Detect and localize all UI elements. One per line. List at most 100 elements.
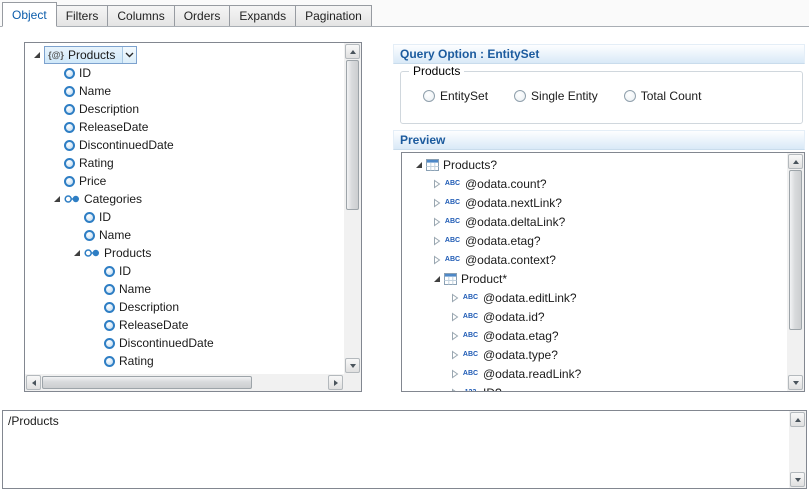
tree-item-name[interactable]: Name	[25, 280, 344, 298]
tab-filters[interactable]: Filters	[56, 5, 109, 26]
entity-selector-combobox[interactable]: {@}Products	[44, 46, 137, 64]
groupbox-label: Products	[409, 64, 464, 78]
tree-item-odata-context[interactable]: ABC@odata.context?	[402, 250, 787, 269]
tree-item-discontinueddate[interactable]: DiscontinuedDate	[25, 334, 344, 352]
scroll-down-button[interactable]	[790, 472, 805, 487]
property-icon	[64, 158, 75, 169]
expander-spacer	[50, 118, 64, 136]
object-tree-horizontal-scrollbar[interactable]	[25, 374, 344, 391]
entityset-icon: {@}	[48, 50, 64, 60]
tree-item-products[interactable]: {@}Products	[25, 46, 344, 64]
tree-item-product[interactable]: Product*	[402, 269, 787, 288]
tree-item-name[interactable]: Name	[25, 226, 344, 244]
radio-total-count[interactable]: Total Count	[624, 89, 702, 103]
preview-vertical-scrollbar[interactable]	[787, 153, 804, 391]
navigation-icon	[84, 248, 100, 258]
expand-arrow-icon[interactable]	[448, 345, 462, 364]
tree-item-odata-editlink[interactable]: ABC@odata.editLink?	[402, 288, 787, 307]
navigation-icon	[64, 194, 80, 204]
tree-item-id[interactable]: 123ID?	[402, 383, 787, 391]
collapse-arrow-icon[interactable]	[412, 155, 426, 174]
tree-item-rating[interactable]: Rating	[25, 352, 344, 370]
object-tree-vertical-scrollbar[interactable]	[344, 43, 361, 374]
tree-item-odata-type[interactable]: ABC@odata.type?	[402, 345, 787, 364]
expander-spacer	[50, 82, 64, 100]
request-url-text[interactable]: /Products	[3, 411, 789, 488]
expand-arrow-icon[interactable]	[430, 174, 444, 193]
horizontal-scroll-thumb[interactable]	[42, 376, 252, 389]
tree-item-label: Product*	[460, 272, 510, 286]
expand-arrow-icon[interactable]	[430, 193, 444, 212]
tab-expands[interactable]: Expands	[229, 5, 296, 26]
collapse-arrow-icon[interactable]	[30, 46, 44, 64]
tree-item-price[interactable]: Price	[25, 172, 344, 190]
tree-item-id[interactable]: ID	[25, 262, 344, 280]
vertical-scroll-thumb[interactable]	[789, 170, 802, 330]
num-icon: 123	[462, 389, 479, 391]
tree-item-label: Name	[78, 84, 114, 98]
tree-item-odata-count[interactable]: ABC@odata.count?	[402, 174, 787, 193]
tree-item-label: Products?	[442, 158, 500, 172]
scroll-down-button[interactable]	[345, 358, 360, 373]
tree-item-odata-readlink[interactable]: ABC@odata.readLink?	[402, 364, 787, 383]
collapse-arrow-icon[interactable]	[430, 269, 444, 288]
url-vertical-scrollbar[interactable]	[789, 411, 806, 488]
tab-object[interactable]: Object	[2, 2, 57, 27]
tree-item-products[interactable]: Products	[25, 244, 344, 262]
tree-item-id[interactable]: ID	[25, 208, 344, 226]
collapse-arrow-icon[interactable]	[70, 244, 84, 262]
table-icon	[426, 159, 439, 171]
tree-item-label: @odata.readLink?	[482, 367, 584, 381]
tree-item-label: @odata.type?	[482, 348, 561, 362]
expand-arrow-icon[interactable]	[448, 307, 462, 326]
expand-arrow-icon[interactable]	[448, 288, 462, 307]
tree-item-odata-id[interactable]: ABC@odata.id?	[402, 307, 787, 326]
tree-item-odata-etag[interactable]: ABC@odata.etag?	[402, 326, 787, 345]
scroll-left-button[interactable]	[26, 375, 41, 390]
combobox-dropdown-button[interactable]	[122, 47, 136, 63]
expand-arrow-icon[interactable]	[430, 231, 444, 250]
tree-item-odata-deltalink[interactable]: ABC@odata.deltaLink?	[402, 212, 787, 231]
expand-arrow-icon[interactable]	[448, 364, 462, 383]
radio-single-entity[interactable]: Single Entity	[514, 89, 598, 103]
tree-item-label: ID	[118, 264, 134, 278]
tree-item-rating[interactable]: Rating	[25, 154, 344, 172]
tree-item-id[interactable]: ID	[25, 64, 344, 82]
tree-item-description[interactable]: Description	[25, 100, 344, 118]
expand-arrow-icon[interactable]	[448, 326, 462, 345]
collapse-arrow-icon[interactable]	[50, 190, 64, 208]
scroll-up-button[interactable]	[345, 44, 360, 59]
tree-item-label: Description	[118, 300, 182, 314]
scroll-down-button[interactable]	[788, 375, 803, 390]
tree-item-products[interactable]: Products?	[402, 155, 787, 174]
scroll-up-button[interactable]	[788, 154, 803, 169]
tree-item-name[interactable]: Name	[25, 82, 344, 100]
tree-item-releasedate[interactable]: ReleaseDate	[25, 316, 344, 334]
arrow-right-icon	[334, 380, 338, 386]
expand-arrow-icon[interactable]	[448, 383, 462, 391]
arrow-up-icon	[350, 50, 356, 54]
tab-pagination[interactable]: Pagination	[295, 5, 372, 26]
query-option-header: Query Option : EntitySet	[393, 44, 805, 64]
expander-spacer	[50, 154, 64, 172]
expand-arrow-icon[interactable]	[430, 250, 444, 269]
tab-orders[interactable]: Orders	[174, 5, 231, 26]
tree-item-description[interactable]: Description	[25, 298, 344, 316]
radio-entityset[interactable]: EntitySet	[423, 89, 488, 103]
tree-item-releasedate[interactable]: ReleaseDate	[25, 118, 344, 136]
scroll-right-button[interactable]	[328, 375, 343, 390]
tree-item-label: Products	[103, 246, 154, 260]
tree-item-categories[interactable]: Categories	[25, 190, 344, 208]
vertical-scroll-thumb[interactable]	[346, 60, 359, 210]
tree-item-odata-etag[interactable]: ABC@odata.etag?	[402, 231, 787, 250]
scroll-up-button[interactable]	[790, 412, 805, 427]
tree-item-discontinueddate[interactable]: DiscontinuedDate	[25, 136, 344, 154]
radio-label: EntitySet	[440, 89, 488, 103]
query-option-header-label: Query Option : EntitySet	[400, 47, 539, 61]
expander-spacer	[90, 298, 104, 316]
tree-item-label: @odata.editLink?	[482, 291, 580, 305]
tab-columns[interactable]: Columns	[107, 5, 174, 26]
tree-item-odata-nextlink[interactable]: ABC@odata.nextLink?	[402, 193, 787, 212]
property-icon	[64, 176, 75, 187]
expand-arrow-icon[interactable]	[430, 212, 444, 231]
